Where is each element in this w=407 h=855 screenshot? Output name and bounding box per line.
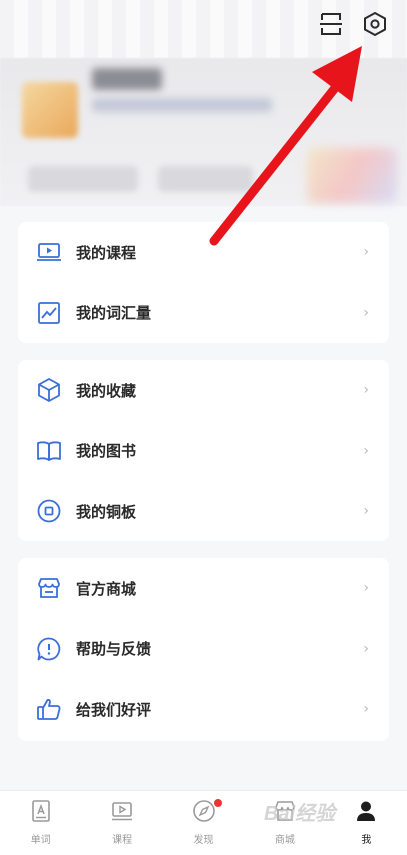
cube-icon xyxy=(38,378,60,403)
help-bubble-icon xyxy=(37,637,61,661)
menu-item-label: 帮助与反馈 xyxy=(76,640,152,659)
tab-label: 发现 xyxy=(193,835,214,846)
notification-badge xyxy=(213,799,222,807)
menu-item-my-vocabulary[interactable]: 我的词汇量 › xyxy=(18,283,389,344)
menu-item-label: 官方商城 xyxy=(76,579,137,598)
menu-item-rate-us[interactable]: 给我们好评 › xyxy=(18,679,389,740)
tab-label: 单词 xyxy=(30,835,51,846)
tab-courses[interactable]: 课程 xyxy=(81,791,162,855)
chevron-right-icon: › xyxy=(363,304,369,321)
menu-item-my-favorites[interactable]: 我的收藏 › xyxy=(18,360,389,421)
menu-item-label: 我的图书 xyxy=(76,442,137,461)
chevron-right-icon: › xyxy=(363,701,369,718)
menu-group-2: 我的收藏 › 我的图书 › 我的铜板 › xyxy=(18,360,389,541)
course-screen-icon xyxy=(112,802,133,821)
chevron-right-icon: › xyxy=(363,244,369,261)
blurred-user-info xyxy=(92,98,272,112)
menu-item-label: 我的课程 xyxy=(76,243,137,262)
open-book-icon xyxy=(37,441,61,461)
menu-item-label: 我的铜板 xyxy=(76,502,137,521)
menu-group-3: 官方商城 › 帮助与反馈 › 给我们好评 › xyxy=(18,558,389,741)
compass-icon xyxy=(192,800,215,822)
blurred-username xyxy=(92,68,162,90)
avatar[interactable] xyxy=(22,82,78,138)
menu-item-label: 我的收藏 xyxy=(76,381,137,400)
scan-icon[interactable] xyxy=(318,11,344,37)
line-chart-icon xyxy=(38,301,60,324)
menu-item-my-books[interactable]: 我的图书 › xyxy=(18,421,389,482)
menu-item-my-coins[interactable]: 我的铜板 › xyxy=(18,481,389,542)
menu-item-official-store[interactable]: 官方商城 › xyxy=(18,558,389,619)
chevron-right-icon: › xyxy=(363,640,369,657)
laptop-play-icon xyxy=(37,243,61,262)
blurred-stat-chip[interactable] xyxy=(158,166,253,192)
top-bar xyxy=(0,0,407,58)
menu-item-help-feedback[interactable]: 帮助与反馈 › xyxy=(18,619,389,680)
chevron-right-icon: › xyxy=(363,580,369,597)
profile-card[interactable] xyxy=(0,58,407,206)
coin-icon xyxy=(37,499,61,523)
settings-hexagon-icon[interactable] xyxy=(362,11,388,37)
menu-item-label: 给我们好评 xyxy=(76,700,152,719)
blurred-stat-chip[interactable] xyxy=(28,166,138,192)
store-icon xyxy=(38,578,60,599)
chevron-right-icon: › xyxy=(363,503,369,520)
tab-label: 课程 xyxy=(112,835,133,846)
blurred-banner-decoration xyxy=(307,148,397,203)
chevron-right-icon: › xyxy=(363,442,369,459)
thumbs-up-icon xyxy=(37,699,61,721)
tab-discover[interactable]: 发现 xyxy=(163,791,244,855)
menu-group-1: 我的课程 › 我的词汇量 › xyxy=(18,222,389,343)
watermark: Bai经验 xyxy=(264,803,336,825)
chevron-right-icon: › xyxy=(363,382,369,399)
word-book-icon xyxy=(31,800,50,822)
tab-words[interactable]: 单词 xyxy=(0,791,81,855)
menu-item-my-courses[interactable]: 我的课程 › xyxy=(18,222,389,283)
menu-item-label: 我的词汇量 xyxy=(76,304,152,323)
